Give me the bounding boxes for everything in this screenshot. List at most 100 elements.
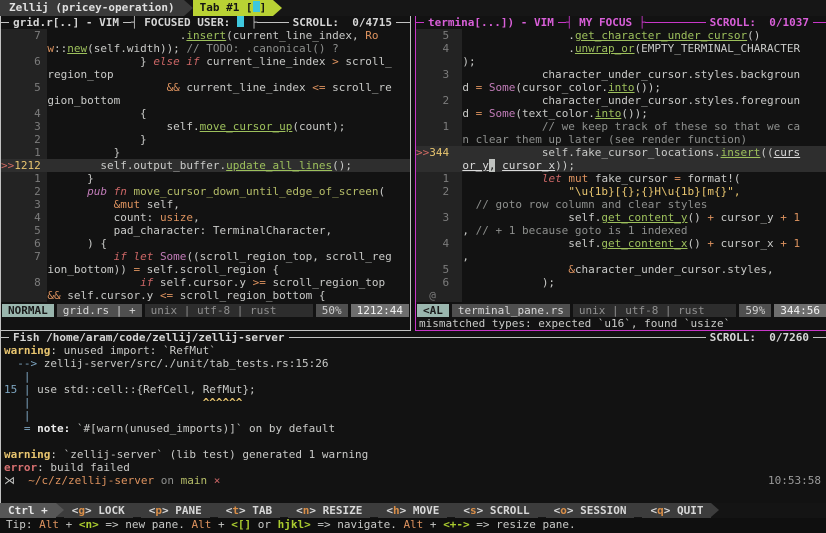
line-number: 3 (1, 198, 47, 211)
code-line[interactable]: --> zellij-server/src/./unit/tab_tests.r… (4, 357, 826, 370)
code-line[interactable]: 4 count: usize, (1, 211, 410, 224)
code-line[interactable]: 7 if let Some((scroll_region_top, scroll… (1, 250, 410, 263)
code-line[interactable]: 6 ); (416, 276, 826, 289)
code-line[interactable]: error: build failed (4, 461, 826, 474)
status-segment-meta: unix | utf-8 | rust (145, 304, 313, 317)
text-token: usize (160, 211, 193, 224)
text-token: or (251, 518, 278, 531)
text-token: main (181, 474, 208, 487)
code-line[interactable]: ); (416, 55, 826, 68)
text-token: >> (1, 159, 14, 172)
code-line[interactable]: warning: unused import: `RefMut` (4, 344, 826, 357)
code-line[interactable]: d = Some(cursor_color.into()); (416, 81, 826, 94)
code-line[interactable]: 5 &character_under_cursor.styles, (416, 263, 826, 276)
keybar-item-lock[interactable]: <g> LOCK (64, 503, 133, 518)
pane-grid-rs[interactable]: grid.r[..] - VIM ┤ FOCUSED USER: ├ SCROL… (0, 16, 411, 331)
code-line[interactable]: 4 self.get_content_x() + cursor_x + 1 (416, 237, 826, 250)
code-line[interactable]: 5 .get_character_under_cursor() (416, 29, 826, 42)
title-divider: ├ (639, 16, 646, 29)
keybar-item-quit[interactable]: <q> QUIT (642, 503, 711, 518)
text-token: current_line_index (200, 55, 332, 68)
line-number (416, 133, 462, 146)
code-line[interactable]: 3 self.get_content_y() + cursor_y + 1 (416, 211, 826, 224)
code-line[interactable] (4, 435, 826, 448)
code-line[interactable]: | ^^^^^^ (4, 396, 826, 409)
text-token: self.fake_cursor_locations. (462, 146, 720, 159)
text-token: ⋊ (4, 474, 28, 487)
code-line[interactable]: >>1212 self.output_buffer.update_all_lin… (1, 159, 410, 172)
line-number (1, 42, 47, 55)
keybar-item-move[interactable]: <h> MOVE (378, 503, 447, 518)
code-line[interactable]: 3 character_under_cursor.styles.backgrou… (416, 68, 826, 81)
code-line[interactable]: 4 { (1, 107, 410, 120)
code-line[interactable]: n clear them up later (see render functi… (416, 133, 826, 146)
text-token: . (462, 29, 575, 42)
code-line[interactable]: 1 } (1, 146, 410, 159)
tab-1[interactable]: Tab #1 [] (193, 0, 274, 16)
status-segment-pos: 344:56 (774, 304, 826, 317)
code-line[interactable]: , (416, 250, 826, 263)
code-line[interactable]: warning: `zellij-server` (lib test) gene… (4, 448, 826, 461)
code-line[interactable]: 5 pad_character: TerminalCharacter, (1, 224, 410, 237)
code-line[interactable]: 2 character_under_cursor.styles.foregrou… (416, 94, 826, 107)
text-token: &mut (114, 198, 141, 211)
code-line[interactable]: 5 && current_line_index <= scroll_re (1, 81, 410, 94)
pane-fish-shell[interactable]: Fish /home/aram/code/zellij/zellij-serve… (0, 331, 826, 504)
code-line[interactable]: 1 // we keep track of these so that we c… (416, 120, 826, 133)
code-line[interactable]: region_top (1, 68, 410, 81)
tab-cursor-block (253, 1, 260, 12)
code-line[interactable]: 1 } (1, 172, 410, 185)
keybar-item-resize[interactable]: <n> RESIZE (288, 503, 370, 518)
code-line[interactable]: = note: `#[warn(unused_imports)]` on by … (4, 422, 826, 435)
code-line[interactable]: | (4, 409, 826, 422)
code-line[interactable]: 2 } (1, 133, 410, 146)
shell-prompt-row[interactable]: ⋊ ~/c/z/zellij-server on main × 10:53:58 (1, 474, 826, 487)
code-line[interactable]: 3 self.move_cursor_up(count); (1, 120, 410, 133)
shell-output: warning: unused import: `RefMut` --> zel… (1, 344, 826, 474)
status-segment-file: grid.rs | + (57, 304, 142, 317)
text-token: < (463, 504, 470, 517)
text-token: => new pane. (99, 518, 192, 531)
code-line[interactable]: 4 .unwrap_or(EMPTY_TERMINAL_CHARACTER (416, 42, 826, 55)
text-token: : unused import: `RefMut` (50, 344, 216, 357)
status-segment-meta: unix | utf-8 | rust (573, 304, 737, 317)
code-line[interactable]: 3 &mut self, (1, 198, 410, 211)
text-token: × (207, 474, 220, 487)
shell-prompt[interactable]: ⋊ ~/c/z/zellij-server on main × (1, 474, 220, 487)
keybar-item-tab[interactable]: <t> TAB (218, 503, 280, 518)
code-line[interactable]: 7 .insert(current_line_index, Ro (1, 29, 410, 42)
code-line[interactable]: 2 "\u{1b}[{};{}H\u{1b}[m{}", (416, 185, 826, 198)
keybar-item-scroll[interactable]: <s> SCROLL (455, 503, 537, 518)
code-line[interactable]: | (4, 370, 826, 383)
code-line[interactable]: // goto row column and clear styles (416, 198, 826, 211)
code-line[interactable]: , // + 1 because goto is 1 indexed (416, 224, 826, 237)
code-line[interactable]: @ (416, 289, 826, 302)
code-line[interactable]: 2 pub fn move_cursor_down_until_edge_of_… (1, 185, 410, 198)
code-line[interactable]: 6 } else if current_line_index > scroll_ (1, 55, 410, 68)
text-token (462, 198, 475, 211)
code-line[interactable]: 1 let mut fake_cursor = format!( (416, 172, 826, 185)
keybar-item-pane[interactable]: <p> PANE (141, 503, 210, 518)
text-token: self. (47, 120, 199, 133)
text-token: | (4, 370, 31, 383)
keybar-item-session[interactable]: <o> SESSION (546, 503, 635, 518)
code-line[interactable]: ion_bottom)) = self.scroll_region { (1, 263, 410, 276)
code-line[interactable]: or_y, cursor_x)); (416, 159, 826, 172)
code-line[interactable]: >>344 self.fake_cursor_locations.insert(… (416, 146, 826, 159)
text-token: > (162, 504, 175, 517)
line-number (416, 198, 462, 211)
code-line[interactable]: d = Some(text_color.into()); (416, 107, 826, 120)
code-line[interactable]: w::new(self.width)); // TODO: .canonical… (1, 42, 410, 55)
pane-title: grid.r[..] - VIM (9, 16, 123, 29)
code-line[interactable]: Tip: Alt + <n> => new pane. Alt + <[] or… (6, 518, 826, 531)
text-token: Alt (403, 518, 423, 531)
text-token: scroll_ (339, 55, 392, 68)
code-line[interactable]: && self.cursor.y <= scroll_region_bottom… (1, 289, 410, 302)
code-line[interactable]: 8 if self.cursor.y >= scroll_region_top (1, 276, 410, 289)
code-line[interactable]: 6 ) { (1, 237, 410, 250)
pane-terminal-pane-rs[interactable]: termina[...]) - VIM ┤ MY FOCUS ├ SCROLL:… (415, 16, 826, 331)
text-token: scroll_region_top (266, 276, 385, 289)
code-line[interactable]: 15 | use std::cell::{RefCell, RefMut}; (4, 383, 826, 396)
code-line[interactable]: ⋊ ~/c/z/zellij-server on main × (4, 474, 220, 487)
code-line[interactable]: gion_bottom (1, 94, 410, 107)
